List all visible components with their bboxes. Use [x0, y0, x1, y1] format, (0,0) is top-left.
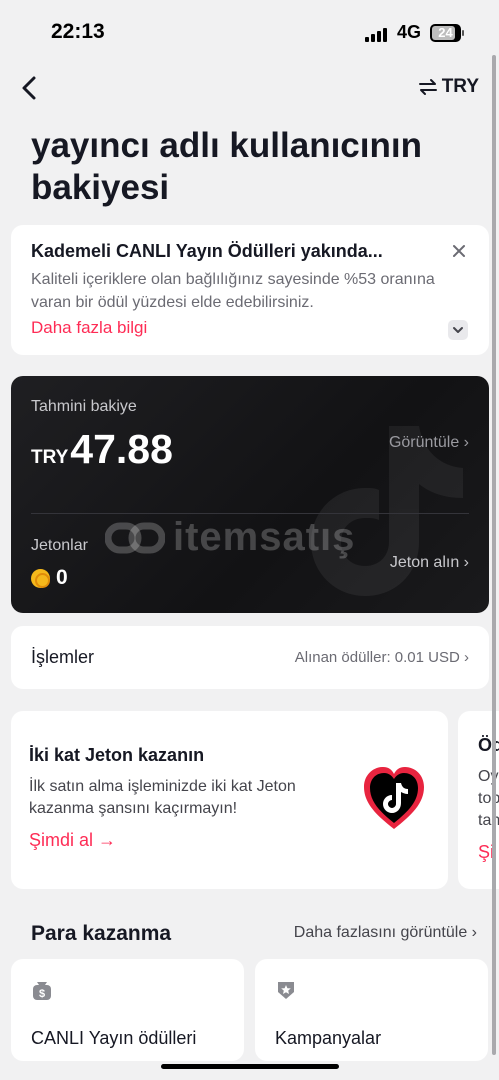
balance-currency: TRY [31, 447, 69, 468]
link-logo-icon [105, 522, 165, 553]
divider [31, 513, 469, 514]
battery-level: 24 [438, 25, 453, 40]
notice-title: Kademeli CANLI Yayın Ödülleri yakında... [31, 241, 383, 261]
balance-label: Tahmini bakiye [31, 398, 137, 415]
badge-star-icon [278, 982, 294, 999]
home-indicator [161, 1064, 339, 1069]
coins-row: 0 [31, 566, 68, 590]
balance-value: 47.88 [70, 426, 173, 472]
back-button[interactable] [16, 74, 44, 102]
signal-icon [365, 26, 391, 42]
chevron-down-icon [453, 327, 463, 333]
expand-button[interactable] [448, 320, 468, 340]
section-title: Para kazanma [31, 922, 172, 945]
feature-label: Kampanyalar [275, 1028, 382, 1048]
promo-text: İlk satın alma işleminizde iki kat Jeton… [29, 778, 296, 817]
balance-amount: TRY 47.88 [31, 426, 173, 473]
promo-card[interactable]: İki kat Jeton kazanın İlk satın alma işl… [11, 711, 448, 889]
view-balance-link[interactable]: Görüntüle › [389, 434, 469, 452]
coin-icon [31, 568, 50, 588]
feature-label: CANLI Yayın ödülleri [31, 1028, 197, 1048]
battery-icon: 24 [430, 24, 464, 42]
coins-label: Jetonlar [31, 537, 88, 554]
swap-icon [418, 79, 437, 95]
buy-now-link[interactable]: Şimdi al → [29, 830, 430, 851]
learn-more-link[interactable]: Daha fazla bilgi [31, 318, 469, 338]
live-rewards-card[interactable]: $ CANLI Yayın ödülleri [11, 959, 244, 1061]
currency-switch-button[interactable]: TRY [418, 76, 479, 98]
notice-card: Kademeli CANLI Yayın Ödülleri yakında...… [11, 225, 489, 355]
balance-card: Tahmini bakiye TRY 47.88 Görüntüle › Jet… [11, 376, 489, 613]
currency-label: TRY [441, 76, 479, 97]
watermark-text: itemsatış [173, 515, 356, 559]
tiktok-heart-icon [364, 767, 424, 829]
scrollbar[interactable] [492, 55, 496, 1055]
watermark: itemsatış [105, 515, 355, 560]
status-bar: 22:13 4G 24 [0, 0, 499, 64]
chevron-left-icon [22, 76, 36, 100]
view-more-link[interactable]: Daha fazlasını görüntüle › [294, 924, 477, 942]
close-icon [453, 245, 465, 257]
status-time: 22:13 [51, 20, 105, 43]
close-button[interactable] [449, 241, 469, 261]
svg-text:$: $ [39, 988, 45, 1000]
campaigns-card[interactable]: Kampanyalar [255, 959, 488, 1061]
money-bag-icon: $ [33, 982, 51, 1000]
notice-text: Kaliteli içeriklere olan bağlılığınız sa… [31, 271, 435, 311]
transactions-value: Alınan ödüller: 0.01 USD › [294, 649, 469, 666]
page-title: yayıncı adlı kullanıcının bakiyesi [31, 126, 422, 207]
transactions-label: İşlemler [31, 647, 95, 667]
get-coins-link[interactable]: Jeton alın › [390, 554, 469, 572]
transactions-row[interactable]: İşlemler Alınan ödüller: 0.01 USD › [11, 626, 489, 689]
coins-value: 0 [56, 566, 68, 589]
promo-title: İki kat Jeton kazanın [29, 745, 205, 765]
network-label: 4G [397, 22, 422, 42]
